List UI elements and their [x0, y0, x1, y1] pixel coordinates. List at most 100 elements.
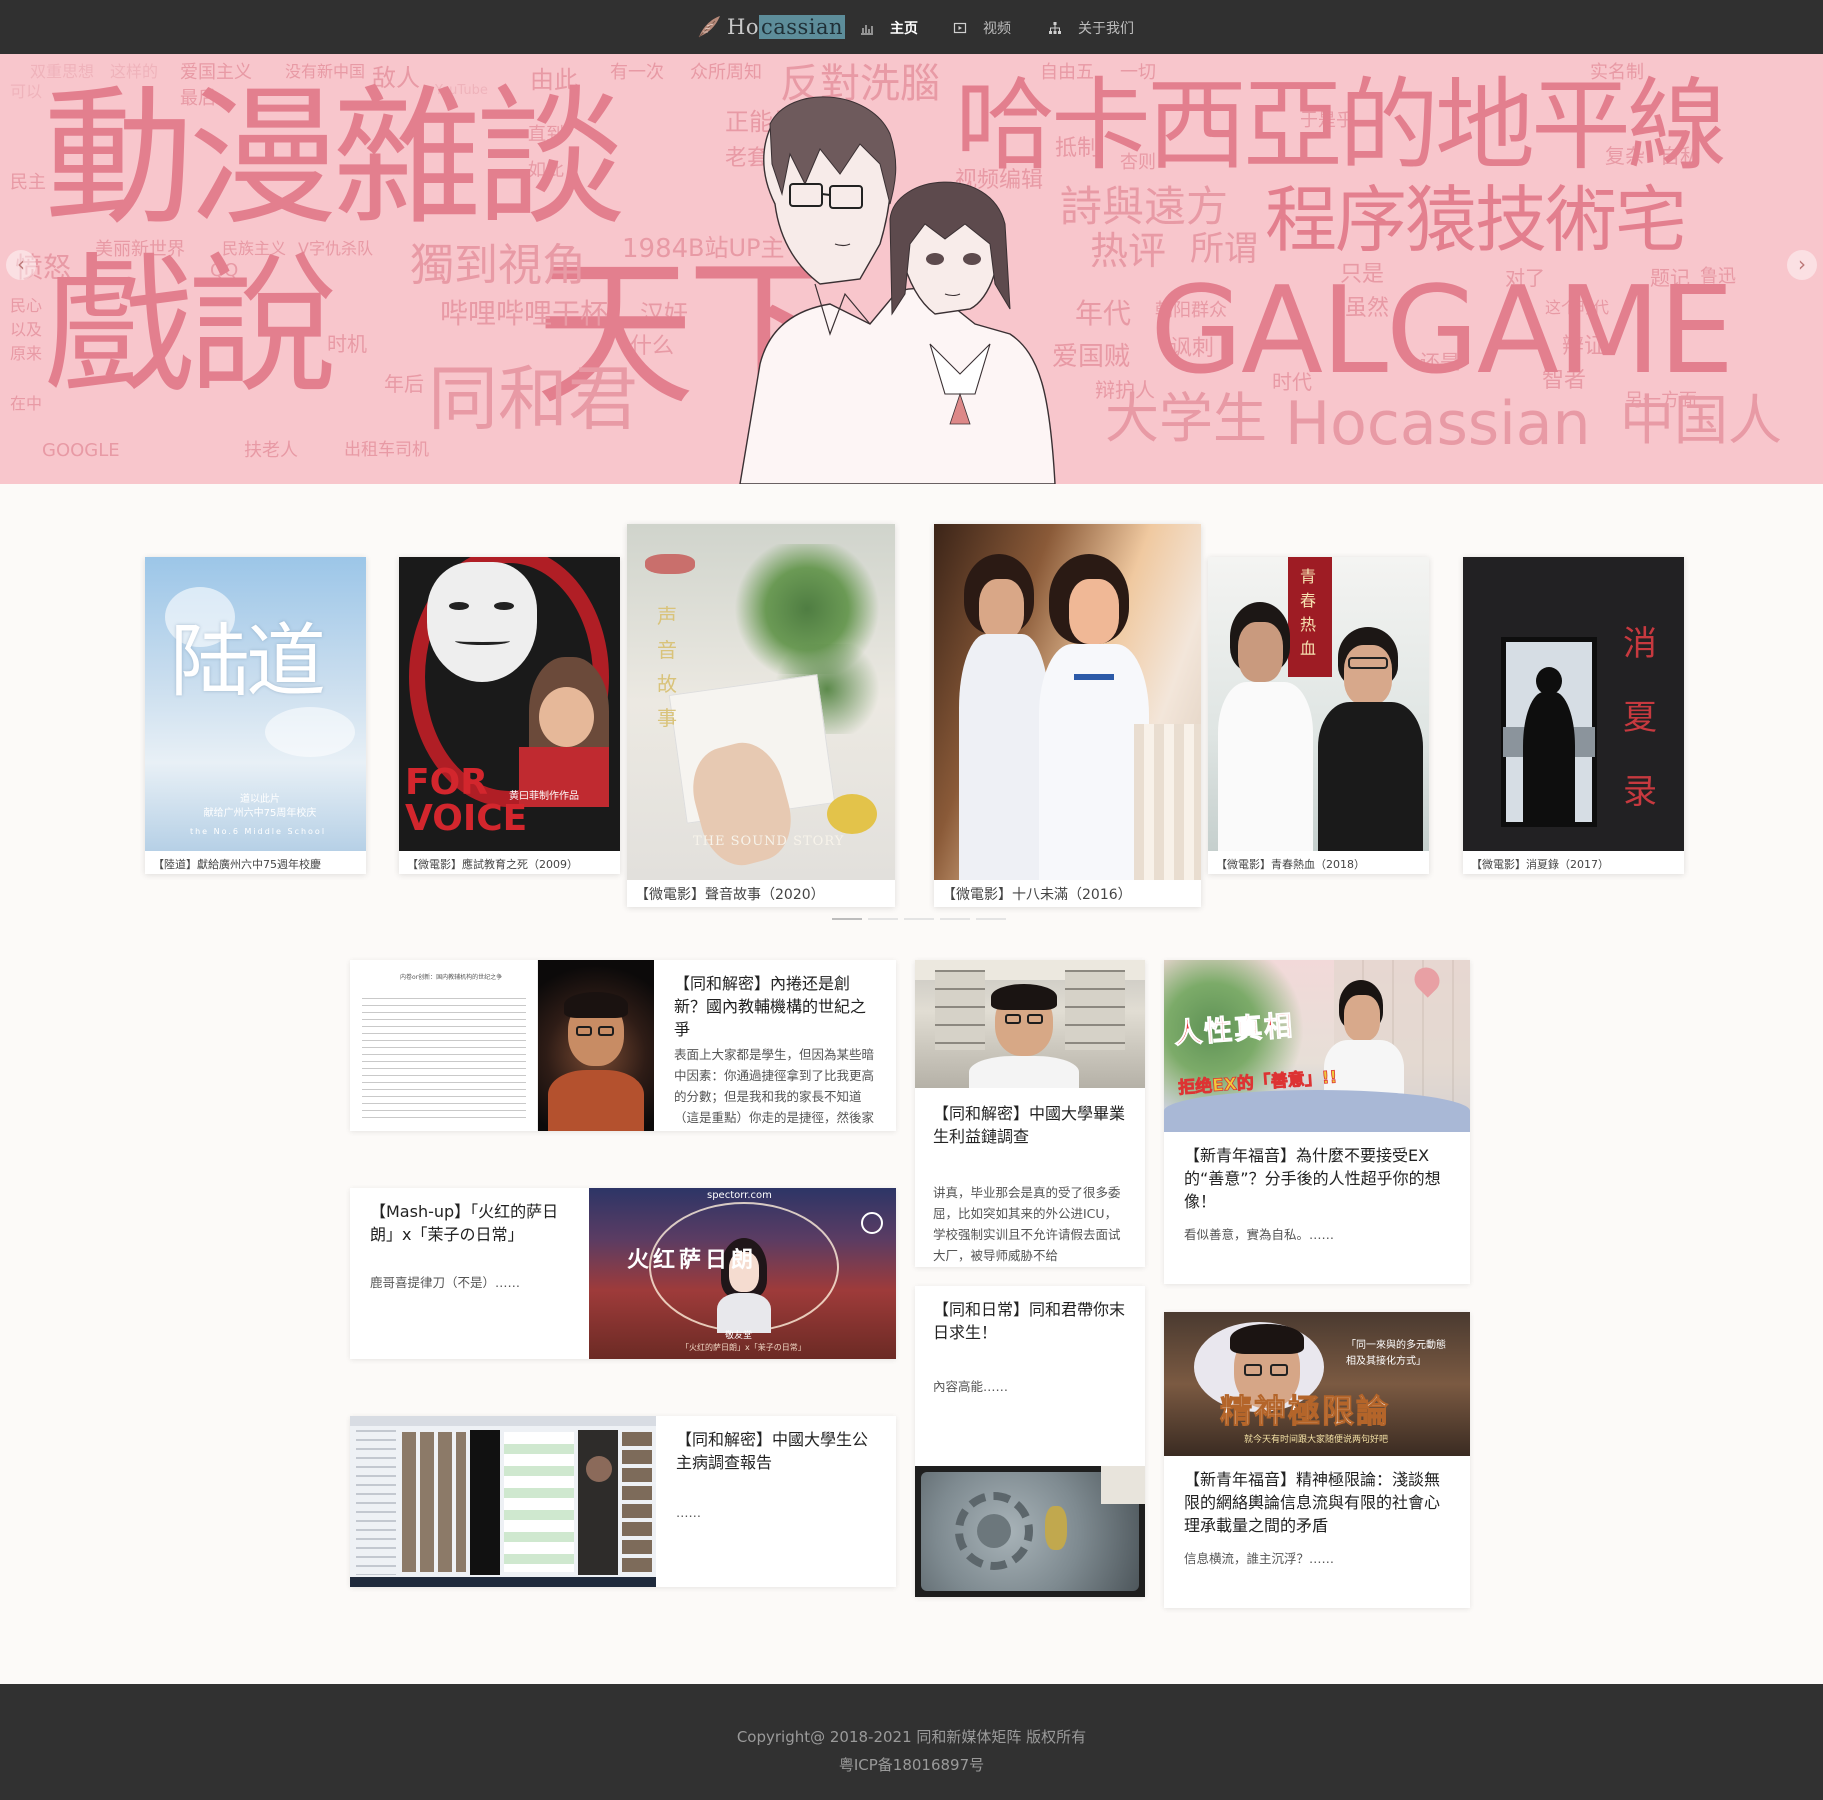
- banner-prev-arrow[interactable]: ‹: [6, 250, 36, 280]
- banner-word: 年后: [384, 372, 424, 396]
- banner-big-word: 動漫雜談: [44, 72, 626, 246]
- top-navbar: Hocassian 主页 视频 关于我们: [0, 0, 1823, 54]
- article-title: 【新青年福音】為什麼不要接受EX的“善意”？分手後的人性超乎你的想像！: [1184, 1146, 1441, 1211]
- article-document-thumbnail: 内卷or创新：国内教辅机构的世纪之争: [350, 960, 538, 1131]
- nav-home[interactable]: 主页: [860, 17, 918, 39]
- article-card[interactable]: 内卷or创新：国内教辅机构的世纪之争 【同和解密】內捲还是創新？國內教輔機構的世…: [350, 960, 896, 1131]
- carousel-card[interactable]: 声音故事 THE SOUND STORY 【微電影】聲音故事（2020）: [627, 524, 895, 907]
- bar-chart-icon: [861, 25, 873, 35]
- article-excerpt: 信息横流，誰主沉浮？……: [1184, 1551, 1335, 1566]
- site-footer: Copyright@ 2018-2021 同和新媒体矩阵 版权所有 粤ICP备1…: [0, 1684, 1823, 1800]
- carousel-card[interactable]: 青春热血 【微電影】青春熱血（2018）: [1208, 557, 1429, 874]
- bilibili-badge-icon: [861, 1212, 883, 1234]
- carousel-dot[interactable]: [832, 918, 862, 920]
- article-excerpt: ……: [676, 1505, 701, 1520]
- anime-characters-illustration: [739, 96, 1056, 484]
- banner-big-word: GALGAME: [1150, 262, 1734, 401]
- nav-about[interactable]: 关于我们: [1048, 17, 1134, 39]
- thumb-caption-line: 「火红的萨日朗」x「茉子の日常」: [681, 1343, 806, 1352]
- poster-subtitle: 黄曰菲制作作品: [509, 791, 579, 802]
- banner-big-word: 獨到視角: [410, 240, 586, 291]
- carousel-caption: 【微電影】青春熱血（2018）: [1216, 858, 1365, 871]
- poster-subtitle: THE SOUND STORY: [693, 834, 845, 849]
- nav-home-label: 主页: [890, 21, 918, 37]
- banner-word: 扶老人: [244, 440, 298, 461]
- article-title: 【同和日常】同和君帶你末日求生！: [933, 1300, 1126, 1342]
- article-card[interactable]: 【同和解密】中國大學畢業生利益鏈調查 讲真，毕业那会是真的受了很多委屈，比如突如…: [915, 960, 1145, 1267]
- banner-word: 出租车司机: [344, 440, 429, 460]
- carousel-thumbnail: 声音故事 THE SOUND STORY: [627, 524, 895, 880]
- carousel-dot[interactable]: [940, 918, 970, 920]
- banner-word: GOOGLE: [42, 440, 120, 461]
- thumb-subline: 就今天有时间跟大家随便说两句好吧: [1244, 1435, 1389, 1445]
- banner-word: 民心: [10, 296, 43, 315]
- banner-big-word: 同和君: [428, 358, 638, 440]
- footer-copyright: Copyright@ 2018-2021 同和新媒体矩阵 版权所有: [736, 1728, 1087, 1746]
- brand-logo[interactable]: Hocassian: [695, 12, 846, 42]
- article-card[interactable]: 「同一來與的多元動態 相及其接化方式」 精神極限論 就今天有时间跟大家随便说两句…: [1164, 1312, 1470, 1608]
- banner-word: 可以: [10, 82, 43, 101]
- article-card[interactable]: 人性真相 拒绝EX的「善意」!! 【新青年福音】為什麼不要接受EX的“善意”？分…: [1164, 960, 1470, 1284]
- carousel-card[interactable]: 陆道 道以此片 献给广州六中75周年校庆 the No.6 Middle Sch…: [145, 557, 366, 874]
- carousel-card[interactable]: FOR VOICE 黄曰菲制作作品 【微電影】應試教育之死（2009）: [399, 557, 620, 874]
- carousel-caption: 【微電影】十八未滿（2016）: [942, 887, 1132, 903]
- footer-icp-link[interactable]: 粤ICP备18016897号: [0, 1754, 1823, 1775]
- carousel-card[interactable]: 【微電影】十八未滿（2016）: [934, 524, 1201, 907]
- article-thumbnail: 火红萨日朗 敬友堂 「火红的萨日朗」x「茉子の日常」 spectorr.com: [589, 1188, 896, 1359]
- thumb-quote: 「同一來與的多元動態 相及其接化方式」: [1346, 1340, 1446, 1367]
- article-video-thumbnail: [538, 960, 654, 1131]
- thumb-headline: 火红萨日朗: [627, 1247, 758, 1273]
- article-card[interactable]: 【同和日常】同和君帶你末日求生！ 內容高能……: [915, 1286, 1145, 1597]
- banner-big-word: 中国人: [1620, 389, 1782, 452]
- carousel-caption: 【微電影】消夏錄（2017）: [1471, 858, 1609, 871]
- banner-next-arrow[interactable]: ›: [1787, 250, 1817, 280]
- carousel-card[interactable]: 消夏录 【微電影】消夏錄（2017）: [1463, 557, 1684, 874]
- carousel-dot[interactable]: [904, 918, 934, 920]
- banner-big-word: 戲說: [44, 240, 338, 414]
- article-thumbnail: [915, 1466, 1145, 1597]
- thumb-subline: 敬友堂: [725, 1331, 753, 1341]
- thumb-headline: 人性真相: [1173, 1008, 1296, 1051]
- banner-word: 以及: [10, 320, 43, 339]
- carousel-thumbnail: 青春热血: [1208, 557, 1429, 851]
- article-thumbnail: 人性真相 拒绝EX的「善意」!!: [1164, 960, 1470, 1132]
- article-card[interactable]: 【同和解密】中國大學生公主病調查報告 ……: [350, 1416, 896, 1587]
- banner-word: 在中: [10, 394, 43, 413]
- article-title: 【Mash-up】「火红的萨日朗」x「茉子の日常」: [370, 1202, 559, 1244]
- poster-title: 陆道: [170, 615, 326, 708]
- banner-big-word: 哔哩哔哩干杯: [440, 297, 609, 330]
- banner-word: 时机: [327, 332, 367, 356]
- poster-english: the No.6 Middle School: [189, 827, 327, 836]
- carousel-dot[interactable]: [868, 918, 898, 920]
- article-title: 【同和解密】中國大學生公主病調查報告: [676, 1430, 869, 1472]
- poster-subtitle: 道以此片 献给广州六中75周年校庆: [203, 794, 317, 819]
- article-card[interactable]: 【Mash-up】「火红的萨日朗」x「茉子の日常」 鹿哥喜提律刀（不是）…… 火…: [350, 1188, 896, 1359]
- banner-big-word: Hocassian: [1285, 389, 1591, 459]
- sitemap-icon: [1049, 22, 1061, 34]
- video-icon: [953, 22, 967, 34]
- article-screenshot-thumbnail: [350, 1416, 656, 1587]
- banner-word: 原来: [10, 344, 43, 363]
- carousel-thumbnail: FOR VOICE 黄曰菲制作作品: [399, 557, 620, 851]
- article-thumbnail: [915, 960, 1145, 1088]
- feather-leaf-logo-icon: [698, 16, 720, 38]
- article-thumbnail: 「同一來與的多元動態 相及其接化方式」 精神極限論 就今天有时间跟大家随便说两句…: [1164, 1312, 1470, 1456]
- thumb-headline: 精神極限論: [1219, 1392, 1391, 1431]
- article-excerpt: 看似善意，實為自私。……: [1184, 1227, 1335, 1242]
- carousel-thumbnail: [934, 524, 1201, 880]
- carousel-caption: 【陸道】獻給廣州六中75週年校慶: [153, 858, 321, 871]
- article-title: 【同和解密】中國大學畢業生利益鏈調查: [933, 1104, 1126, 1146]
- poster-title: 青春热血: [1300, 567, 1317, 658]
- banner-big-word: 程序猿技術宅: [1265, 178, 1687, 262]
- article-excerpt: 讲真，毕业那会是真的受了很多委屈，比如突如其来的外公进ICU，学校强制实训且不允…: [933, 1185, 1121, 1263]
- article-excerpt: 表面上大家都是學生，但因為某些暗中因素：你通過捷徑拿到了比我更高的分數；但是我和…: [674, 1047, 875, 1124]
- nav-video[interactable]: 视频: [953, 17, 1011, 39]
- banner-word: 民主: [10, 172, 46, 193]
- carousel-pagination: [832, 918, 1006, 920]
- article-title: 【同和解密】內捲还是創新？國內教輔機構的世紀之爭: [674, 974, 867, 1039]
- carousel-caption: 【微電影】應試教育之死（2009）: [407, 858, 578, 871]
- carousel-dot[interactable]: [976, 918, 1006, 920]
- hero-banner: 双重思想 这样的 爱国主义 没有新中国 敌人 YouTube 由此 有一次 众所…: [0, 54, 1823, 484]
- banner-big-word: 大学生: [1105, 387, 1267, 450]
- nav-about-label: 关于我们: [1078, 21, 1134, 37]
